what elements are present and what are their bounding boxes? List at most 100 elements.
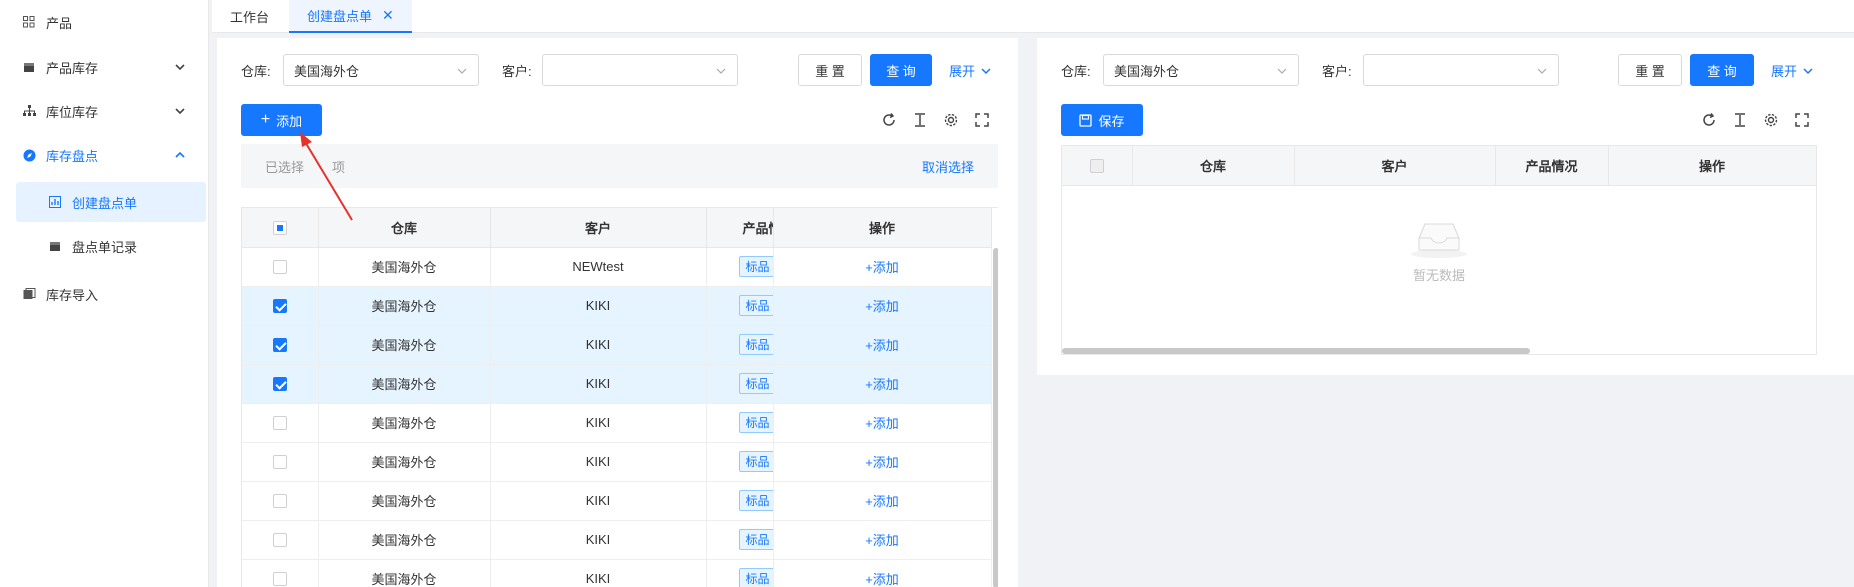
cell-product: 标品 (706, 364, 774, 404)
refresh-icon[interactable] (1700, 111, 1718, 129)
right-warehouse-select[interactable]: 美国海外仓 (1103, 54, 1299, 86)
sidebar-item-stock-import[interactable]: 库存导入 (0, 274, 209, 314)
sidebar-subitem-create-count[interactable]: 创建盘点单 (16, 182, 206, 222)
select-all-checkbox[interactable] (272, 221, 287, 236)
row-add-link[interactable]: +添加 (865, 338, 899, 353)
table-row[interactable]: 美国海外仓 KIKI 标品 +添加 (242, 481, 992, 521)
row-checkbox[interactable] (272, 377, 287, 392)
table-row[interactable]: 美国海外仓 NEWtest 标品 +添加 (242, 247, 992, 287)
left-table: 仓库 客户 产品情况 操作 美国海外仓NEWtest标品+添加美国海外仓KIKI… (242, 208, 992, 587)
row-checkbox-cell[interactable] (242, 364, 319, 404)
sidebar: 产品 产品库存 库位库存 库存盘点 创建盘点单 盘点单记录 库存导入 (0, 0, 209, 587)
cell-product: 标品 (706, 442, 774, 482)
cell-product: 标品 (706, 247, 774, 287)
table-row[interactable]: 美国海外仓 KIKI 标品 +添加 (242, 559, 992, 587)
column-header-action: 操作 (1608, 146, 1817, 186)
row-checkbox[interactable] (272, 299, 287, 314)
save-icon (1079, 113, 1093, 127)
select-all-checkbox-cell[interactable] (1062, 146, 1133, 186)
row-add-link[interactable]: +添加 (865, 572, 899, 587)
tab-workbench[interactable]: 工作台 (212, 0, 287, 33)
gear-icon[interactable] (942, 111, 960, 129)
table-row[interactable]: 美国海外仓 KIKI 标品 +添加 (242, 442, 992, 482)
chevron-down-icon (716, 68, 726, 74)
save-button[interactable]: 保存 (1061, 104, 1143, 136)
product-tag: 标品 (738, 295, 772, 316)
sidebar-item-product-stock[interactable]: 产品库存 (0, 47, 209, 87)
customer-select[interactable] (542, 54, 738, 86)
cell-action: +添加 (773, 247, 992, 287)
chart-icon (48, 195, 62, 209)
sidebar-item-stock-count[interactable]: 库存盘点 (0, 135, 209, 175)
row-add-link[interactable]: +添加 (865, 377, 899, 392)
chevron-up-icon (175, 151, 185, 158)
row-checkbox[interactable] (272, 572, 287, 587)
gear-icon[interactable] (1762, 111, 1780, 129)
chevron-down-icon (1803, 67, 1813, 74)
row-add-link[interactable]: +添加 (865, 455, 899, 470)
product-tag: 标品 (738, 529, 772, 550)
row-checkbox[interactable] (272, 260, 287, 275)
row-checkbox-cell[interactable] (242, 247, 319, 287)
chevron-down-icon (1537, 68, 1547, 74)
sidebar-item-location-stock[interactable]: 库位库存 (0, 91, 209, 131)
tab-create-count[interactable]: 创建盘点单 ✕ (289, 0, 412, 33)
empty-state: 暂无数据 (1062, 186, 1816, 284)
row-checkbox[interactable] (272, 455, 287, 470)
row-checkbox-cell[interactable] (242, 559, 319, 587)
row-checkbox-cell[interactable] (242, 442, 319, 482)
sidebar-item-label: 库位库存 (46, 104, 99, 120)
compass-icon (22, 148, 36, 162)
cell-warehouse: 美国海外仓 (318, 325, 491, 365)
column-height-icon[interactable] (1731, 111, 1749, 129)
row-add-link[interactable]: +添加 (865, 416, 899, 431)
horizontal-scrollbar[interactable] (1062, 348, 1530, 354)
fullscreen-icon[interactable] (973, 111, 991, 129)
select-all-checkbox[interactable] (1089, 159, 1104, 174)
grid-icon (22, 15, 36, 29)
column-height-icon[interactable] (911, 111, 929, 129)
column-header-product: 产品情况 (706, 208, 774, 248)
table-row[interactable]: 美国海外仓 KIKI 标品 +添加 (242, 325, 992, 365)
cell-product: 标品 (706, 403, 774, 443)
right-customer-select[interactable] (1363, 54, 1559, 86)
cancel-selection-link[interactable]: 取消选择 (922, 157, 974, 176)
warehouse-select[interactable]: 美国海外仓 (283, 54, 479, 86)
row-add-link[interactable]: +添加 (865, 299, 899, 314)
cell-product: 标品 (706, 520, 774, 560)
row-checkbox-cell[interactable] (242, 520, 319, 560)
table-row[interactable]: 美国海外仓 KIKI 标品 +添加 (242, 403, 992, 443)
fullscreen-icon[interactable] (1793, 111, 1811, 129)
row-checkbox-cell[interactable] (242, 403, 319, 443)
column-header-warehouse: 仓库 (1132, 146, 1295, 186)
sidebar-item-label: 库存盘点 (46, 148, 99, 164)
cell-warehouse: 美国海外仓 (318, 481, 491, 521)
sidebar-item-products[interactable]: 产品 (0, 2, 209, 42)
row-add-link[interactable]: +添加 (865, 533, 899, 548)
right-reset-button[interactable]: 重 置 (1618, 54, 1682, 86)
table-row[interactable]: 美国海外仓 KIKI 标品 +添加 (242, 520, 992, 560)
row-checkbox[interactable] (272, 416, 287, 431)
row-add-link[interactable]: +添加 (865, 494, 899, 509)
box-icon (48, 239, 62, 253)
row-checkbox-cell[interactable] (242, 325, 319, 365)
row-add-link[interactable]: +添加 (865, 260, 899, 275)
expand-link[interactable]: 展开 (949, 61, 993, 80)
row-checkbox-cell[interactable] (242, 481, 319, 521)
table-row[interactable]: 美国海外仓 KIKI 标品 +添加 (242, 364, 992, 404)
row-checkbox[interactable] (272, 494, 287, 509)
row-checkbox[interactable] (272, 338, 287, 353)
row-checkbox-cell[interactable] (242, 286, 319, 326)
refresh-icon[interactable] (880, 111, 898, 129)
reset-button[interactable]: 重 置 (798, 54, 862, 86)
right-query-button[interactable]: 查 询 (1690, 54, 1754, 86)
sidebar-subitem-count-records[interactable]: 盘点单记录 (16, 226, 206, 266)
row-checkbox[interactable] (272, 533, 287, 548)
warehouse-label: 仓库: (1061, 64, 1091, 79)
vertical-scrollbar[interactable] (993, 248, 998, 587)
close-icon[interactable]: ✕ (382, 7, 394, 24)
add-button-label: 添加 (276, 113, 303, 129)
right-expand-link[interactable]: 展开 (1771, 61, 1815, 80)
table-row[interactable]: 美国海外仓 KIKI 标品 +添加 (242, 286, 992, 326)
query-button[interactable]: 查 询 (870, 54, 932, 86)
